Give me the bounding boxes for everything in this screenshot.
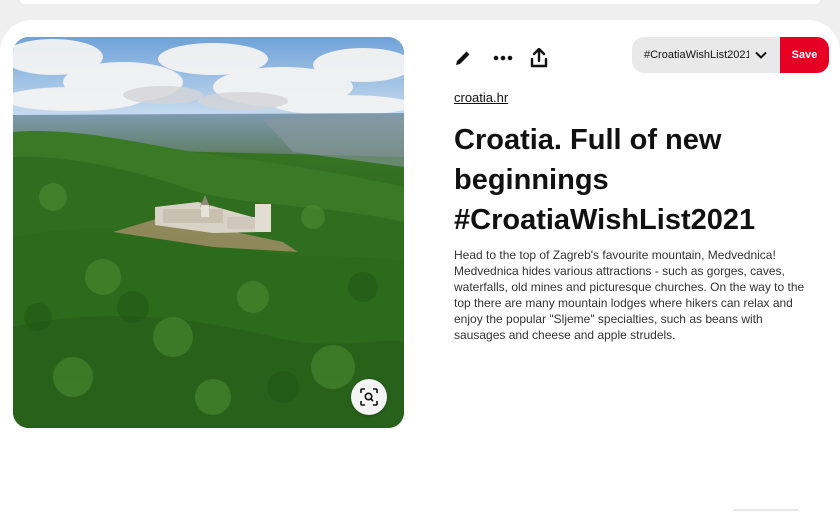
share-button[interactable] — [527, 46, 551, 70]
more-options-button[interactable] — [491, 46, 515, 70]
previous-section-edge — [20, 0, 820, 4]
source-link[interactable]: croatia.hr — [454, 90, 508, 105]
pin-title: Croatia. Full of new beginnings #Croatia… — [454, 124, 756, 236]
board-name: #CroatiaWishList2021 — [644, 49, 749, 61]
pin-photo — [13, 37, 404, 428]
chevron-down-icon — [755, 51, 767, 59]
pin-image[interactable] — [13, 37, 404, 428]
visual-search-icon — [360, 388, 378, 406]
share-icon — [530, 48, 548, 68]
photo-credit — [391, 327, 401, 417]
save-button[interactable]: Save — [780, 37, 829, 73]
edit-button[interactable] — [451, 46, 475, 70]
ellipsis-icon — [493, 55, 513, 61]
pencil-icon — [456, 51, 470, 65]
board-select-dropdown[interactable]: #CroatiaWishList2021 — [632, 37, 780, 73]
visual-search-button[interactable] — [351, 379, 387, 415]
pin-closeup-card: #CroatiaWishList2021 Save croatia.hr Cro… — [0, 20, 840, 525]
section-divider — [733, 509, 799, 511]
pin-description: Head to the top of Zagreb's favourite mo… — [454, 248, 805, 342]
